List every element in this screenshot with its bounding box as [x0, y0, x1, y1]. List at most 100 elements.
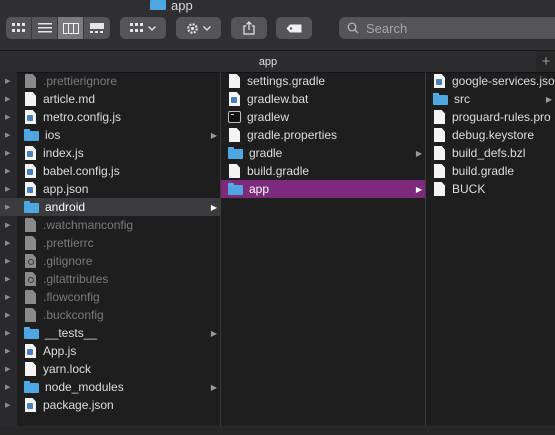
disclosure-icon: ▶	[5, 78, 11, 85]
file-item[interactable]: build_defs.bzl	[426, 144, 555, 162]
file-item[interactable]: ▶ package.json	[0, 396, 220, 414]
file-item[interactable]: ▶ app.json	[0, 180, 220, 198]
action-button[interactable]	[176, 17, 221, 39]
file-icon	[433, 146, 446, 160]
folder-icon	[433, 92, 448, 106]
item-label: build_defs.bzl	[452, 146, 526, 160]
item-label: .buckconfig	[43, 308, 104, 322]
item-label: ios	[45, 128, 61, 142]
item-label: package.json	[43, 398, 114, 412]
file-icon	[228, 74, 241, 88]
code-file-icon	[24, 110, 37, 124]
disclosure-icon: ▶	[5, 330, 11, 337]
folder-item[interactable]: ▶ android ▶	[0, 198, 220, 216]
share-icon	[243, 21, 255, 35]
folder-item[interactable]: app ▶	[221, 180, 425, 198]
item-label: .flowconfig	[43, 290, 100, 304]
file-icon	[24, 308, 37, 322]
file-item[interactable]: ▶ .prettierrc	[0, 234, 220, 252]
column-view-button[interactable]	[58, 17, 84, 39]
disclosure-icon: ▶	[5, 294, 11, 301]
item-label: app.json	[43, 182, 89, 196]
file-item[interactable]: ▶ .prettierignore	[0, 72, 220, 90]
chevron-right-icon: ▶	[210, 202, 217, 212]
folder-icon	[150, 0, 166, 10]
tab-bar: app +	[0, 50, 555, 73]
chevron-right-icon: ▶	[210, 130, 217, 140]
file-icon	[24, 254, 37, 268]
file-item[interactable]: ▶ index.js	[0, 144, 220, 162]
gallery-icon	[90, 23, 104, 33]
file-item[interactable]: ▶ .gitignore	[0, 252, 220, 270]
file-item[interactable]: ▶ babel.config.js	[0, 162, 220, 180]
file-icon	[433, 164, 446, 178]
tags-button[interactable]	[276, 17, 312, 39]
chevron-down-icon	[148, 25, 156, 31]
file-item[interactable]: ▶ .flowconfig	[0, 288, 220, 306]
item-label: debug.keystore	[452, 128, 535, 142]
list-view-button[interactable]	[32, 17, 58, 39]
grid-icon	[130, 23, 143, 32]
item-label: BUCK	[452, 182, 486, 196]
file-icon	[24, 362, 37, 376]
file-item[interactable]: ▶ .buckconfig	[0, 306, 220, 324]
share-button[interactable]	[231, 17, 267, 39]
folder-item[interactable]: src ▶	[426, 90, 555, 108]
list-icon	[37, 23, 52, 33]
item-label: .gitignore	[43, 254, 93, 268]
browser-column-1[interactable]: ▶ .prettierignore ▶ article.md ▶ metro.config…	[0, 72, 220, 426]
disclosure-icon: ▶	[5, 366, 11, 373]
columns-icon	[62, 22, 79, 34]
gear-icon	[187, 22, 198, 34]
folder-item[interactable]: gradle ▶	[221, 144, 425, 162]
file-item[interactable]: build.gradle	[221, 162, 425, 180]
file-item[interactable]: gradlew	[221, 108, 425, 126]
plus-icon: +	[541, 53, 551, 70]
tab-app[interactable]: app	[0, 51, 536, 72]
file-item[interactable]: build.gradle	[426, 162, 555, 180]
toolbar: app	[0, 0, 555, 50]
gallery-view-button[interactable]	[84, 17, 110, 39]
folder-icon	[228, 182, 243, 196]
folder-item[interactable]: ▶ node_modules ▶	[0, 378, 220, 396]
code-file-icon	[24, 146, 37, 160]
file-item[interactable]: debug.keystore	[426, 126, 555, 144]
disclosure-icon: ▶	[5, 402, 11, 409]
chevron-right-icon: ▶	[210, 382, 217, 392]
file-item[interactable]: gradle.properties	[221, 126, 425, 144]
browser-column-3[interactable]: google-services.json src ▶ proguard-rules.p…	[426, 72, 555, 426]
file-item[interactable]: settings.gradle	[221, 72, 425, 90]
file-item[interactable]: ▶ .watchmanconfig	[0, 216, 220, 234]
file-item[interactable]: ▶ .gitattributes	[0, 270, 220, 288]
item-label: gradle	[249, 146, 283, 160]
item-label: node_modules	[45, 380, 124, 394]
search-field[interactable]	[339, 17, 555, 39]
file-item[interactable]: ▶ metro.config.js	[0, 108, 220, 126]
disclosure-icon: ▶	[5, 186, 11, 193]
file-item[interactable]: ▶ App.js	[0, 342, 220, 360]
icon-view-button[interactable]	[6, 17, 32, 39]
file-icon	[24, 272, 37, 286]
browser-column-2[interactable]: settings.gradle gradlew.bat gradlew gradle.…	[221, 72, 425, 426]
file-item[interactable]: gradlew.bat	[221, 90, 425, 108]
file-item[interactable]: ▶ article.md	[0, 90, 220, 108]
window-title: app	[150, 0, 193, 13]
disclosure-icon: ▶	[5, 204, 11, 211]
item-label: build.gradle	[452, 164, 515, 178]
item-label: __tests__	[45, 326, 98, 340]
search-input[interactable]	[366, 20, 546, 36]
item-label: android	[45, 200, 86, 214]
file-item[interactable]: ▶ yarn.lock	[0, 360, 220, 378]
folder-item[interactable]: ▶ __tests__ ▶	[0, 324, 220, 342]
tab-label: app	[258, 55, 278, 68]
disclosure-icon: ▶	[5, 276, 11, 283]
file-item[interactable]: proguard-rules.pro	[426, 108, 555, 126]
file-item[interactable]: BUCK	[426, 180, 555, 198]
grid-icon	[11, 23, 25, 32]
folder-item[interactable]: ▶ ios ▶	[0, 126, 220, 144]
group-by-button[interactable]	[120, 17, 166, 39]
item-label: App.js	[43, 344, 77, 358]
file-item[interactable]: google-services.json	[426, 72, 555, 90]
new-tab-button[interactable]: +	[537, 51, 555, 72]
window-title-label: app	[171, 0, 193, 13]
